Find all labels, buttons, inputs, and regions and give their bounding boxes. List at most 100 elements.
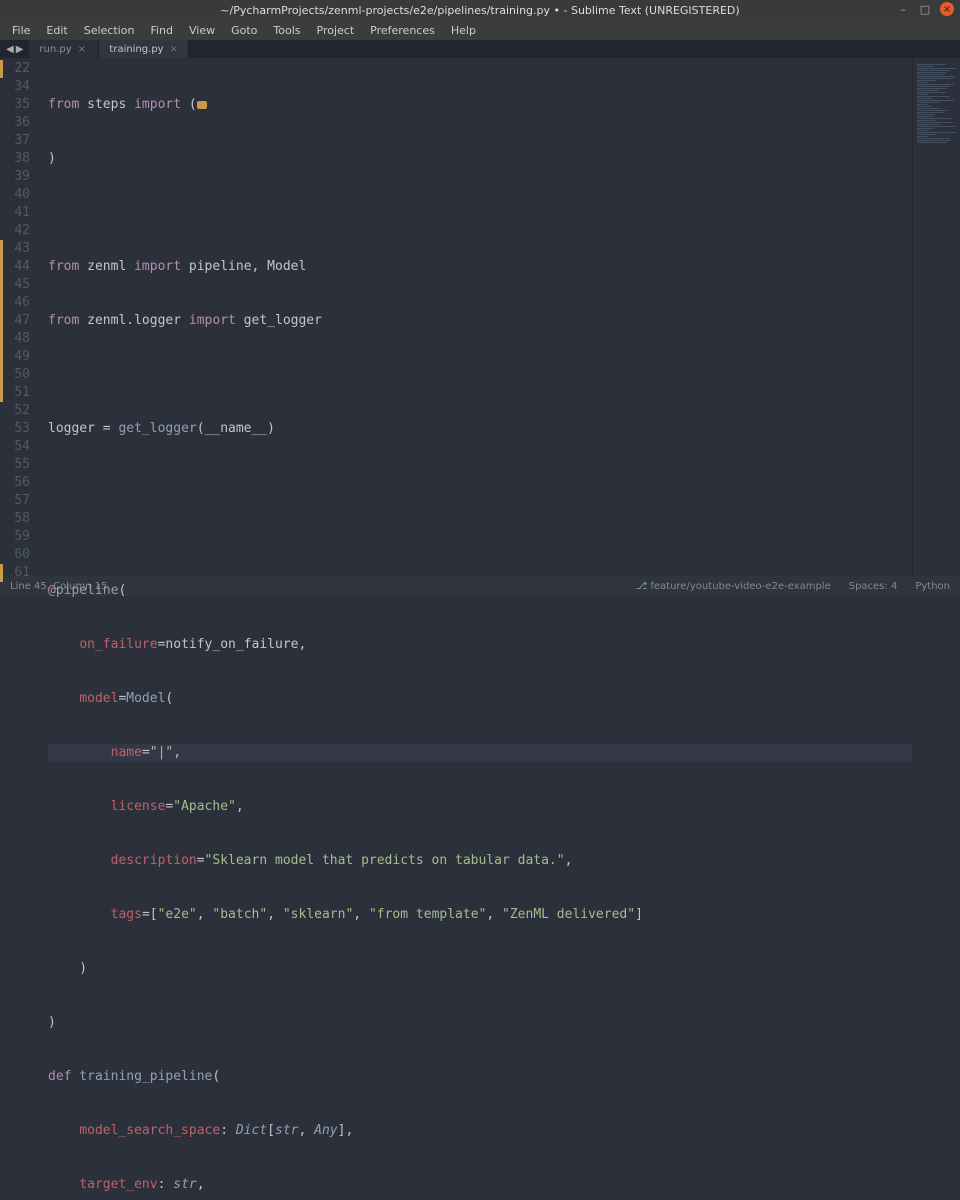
param: model_search_space <box>79 1123 220 1138</box>
op: = <box>165 799 173 814</box>
keyword: def <box>48 1069 71 1084</box>
fold-marker-icon[interactable] <box>197 101 207 109</box>
args: (__name__) <box>197 421 275 436</box>
module-name: zenml.logger <box>87 313 181 328</box>
editor[interactable]: 2234353637383940414243444546474849505152… <box>0 58 960 576</box>
line-number: 38 <box>0 150 34 168</box>
punct: , <box>197 1177 205 1192</box>
tab-label: training.py <box>109 44 163 55</box>
punct: ) <box>48 1015 56 1030</box>
punct: ) <box>48 151 56 166</box>
line-number: 45 <box>0 276 34 294</box>
punct: ( <box>165 691 173 706</box>
string: "Apache" <box>173 799 236 814</box>
line-number: 37 <box>0 132 34 150</box>
tab-nav-back-icon[interactable]: ◀ <box>6 44 14 55</box>
string: "from template" <box>369 907 486 922</box>
punct: [ <box>267 1123 275 1138</box>
kwarg: on_failure <box>79 637 157 652</box>
line-number: 47 <box>0 312 34 330</box>
line-number: 42 <box>0 222 34 240</box>
close-icon[interactable]: × <box>940 2 954 16</box>
string: "ZenML delivered" <box>502 907 635 922</box>
call: get_logger <box>111 421 197 436</box>
import-names: pipeline, Model <box>181 259 306 274</box>
punct: , <box>236 799 244 814</box>
import-names: get_logger <box>236 313 322 328</box>
punct: ] <box>635 907 643 922</box>
status-language[interactable]: Python <box>915 581 950 592</box>
line-number: 60 <box>0 546 34 564</box>
line-number: 61 <box>0 564 34 582</box>
decorator-at: @ <box>48 583 56 598</box>
punct: , <box>345 1123 353 1138</box>
line-number: 58 <box>0 510 34 528</box>
punct: , <box>565 853 573 868</box>
tab-runpy[interactable]: run.py × <box>29 40 99 58</box>
keyword: import <box>134 259 181 274</box>
line-gutter: 2234353637383940414243444546474849505152… <box>0 58 42 576</box>
line-number: 53 <box>0 420 34 438</box>
tab-close-icon[interactable]: × <box>170 44 178 55</box>
line-number: 34 <box>0 78 34 96</box>
keyword: from <box>48 313 79 328</box>
module-name: steps <box>87 97 126 112</box>
menu-edit[interactable]: Edit <box>40 22 73 39</box>
line-number: 46 <box>0 294 34 312</box>
line-number: 56 <box>0 474 34 492</box>
line-number: 52 <box>0 402 34 420</box>
menu-goto[interactable]: Goto <box>225 22 263 39</box>
type: Dict <box>236 1123 267 1138</box>
param: target_env <box>79 1177 157 1192</box>
kwarg: description <box>111 853 197 868</box>
tab-nav: ◀ ▶ <box>0 40 29 58</box>
line-number: 43 <box>0 240 34 258</box>
punct: ) <box>48 961 87 976</box>
kwarg: name <box>111 745 142 760</box>
var: logger <box>48 421 103 436</box>
line-number: 36 <box>0 114 34 132</box>
line-number: 39 <box>0 168 34 186</box>
tab-trainingpy[interactable]: training.py × <box>99 40 189 58</box>
window-controls: – □ × <box>896 2 954 16</box>
op: = <box>103 421 111 436</box>
line-number: 59 <box>0 528 34 546</box>
func-name: training_pipeline <box>71 1069 212 1084</box>
maximize-icon[interactable]: □ <box>918 2 932 16</box>
punct: ( <box>181 97 197 112</box>
punct: ( <box>118 583 126 598</box>
menu-view[interactable]: View <box>183 22 221 39</box>
menu-help[interactable]: Help <box>445 22 482 39</box>
tab-close-icon[interactable]: × <box>78 44 86 55</box>
code-area[interactable]: from steps import ( ) from zenml import … <box>42 58 912 576</box>
punct: ] <box>338 1123 346 1138</box>
menu-find[interactable]: Find <box>144 22 179 39</box>
minimize-icon[interactable]: – <box>896 2 910 16</box>
tab-nav-forward-icon[interactable]: ▶ <box>16 44 24 55</box>
type: str <box>173 1177 196 1192</box>
line-number: 40 <box>0 186 34 204</box>
string: "sklearn" <box>283 907 353 922</box>
keyword: import <box>189 313 236 328</box>
line-number: 49 <box>0 348 34 366</box>
kwarg: license <box>111 799 166 814</box>
keyword: from <box>48 97 79 112</box>
menu-selection[interactable]: Selection <box>78 22 141 39</box>
keyword: import <box>134 97 181 112</box>
menu-preferences[interactable]: Preferences <box>364 22 441 39</box>
op: = <box>118 691 126 706</box>
type: Any <box>314 1123 337 1138</box>
minimap[interactable] <box>912 58 960 576</box>
menu-tools[interactable]: Tools <box>267 22 306 39</box>
module-name: zenml <box>87 259 126 274</box>
menu-project[interactable]: Project <box>311 22 361 39</box>
menu-file[interactable]: File <box>6 22 36 39</box>
op: = <box>158 637 166 652</box>
class-call: Model <box>126 691 165 706</box>
punct: ( <box>212 1069 220 1084</box>
line-number: 51 <box>0 384 34 402</box>
line-number: 44 <box>0 258 34 276</box>
keyword: from <box>48 259 79 274</box>
string: "|" <box>150 745 173 760</box>
decorator: pipeline <box>56 583 119 598</box>
